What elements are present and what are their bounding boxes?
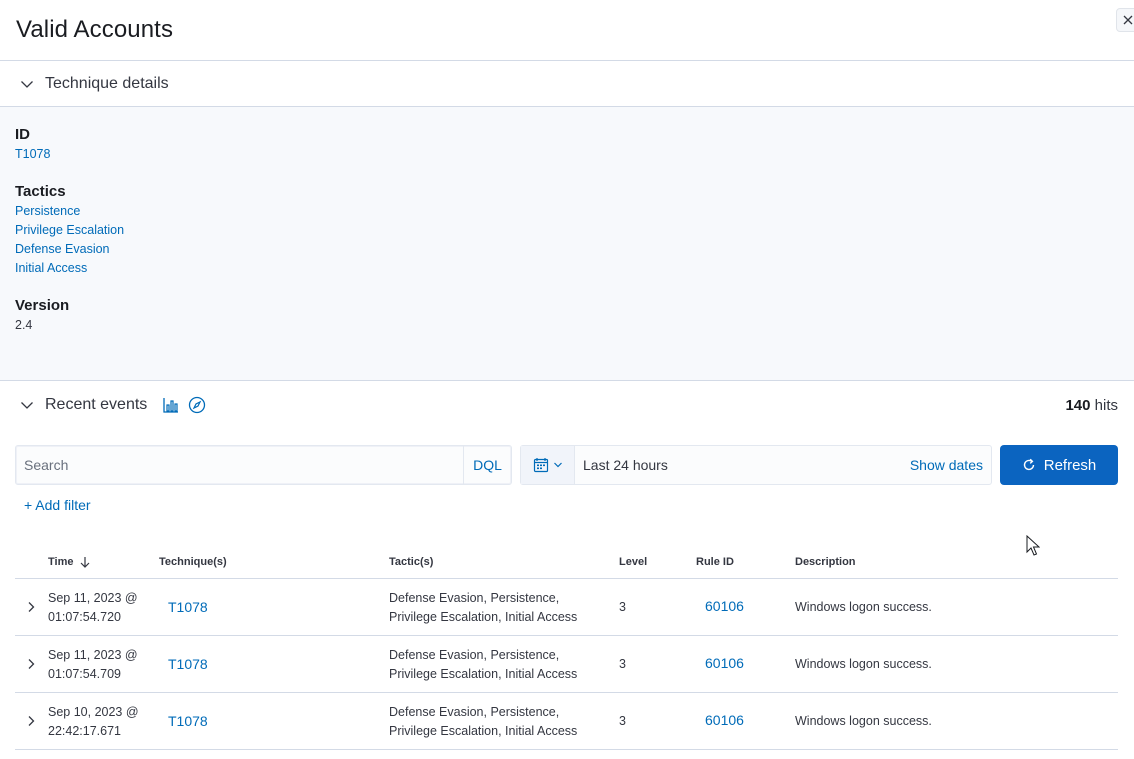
column-header-techniques[interactable]: Technique(s): [159, 556, 227, 568]
search-input[interactable]: [16, 446, 465, 484]
refresh-button[interactable]: Refresh: [1000, 445, 1118, 485]
time-cell: Sep 10, 2023 @ 22:42:17.671: [48, 703, 139, 741]
tactic-link-defense-evasion[interactable]: Defense Evasion: [15, 242, 110, 256]
description-cell: Windows logon success.: [795, 714, 932, 728]
chart-icon: [163, 398, 179, 413]
version-value: 2.4: [15, 318, 33, 332]
time-date: Sep 11, 2023 @: [48, 591, 138, 605]
column-header-rule-id[interactable]: Rule ID: [696, 556, 734, 568]
technique-details-panel: ID T1078 Tactics Persistence Privilege E…: [0, 107, 1134, 381]
description-cell: Windows logon success.: [795, 657, 932, 671]
level-cell: 3: [619, 657, 626, 671]
tactics-line: Privilege Escalation, Initial Access: [389, 667, 578, 681]
time-clock: 22:42:17.671: [48, 724, 121, 738]
compass-icon: [189, 396, 206, 414]
table-row: Sep 11, 2023 @ 01:07:54.709 T1078 Defens…: [15, 636, 1118, 693]
table-header-row: Time Technique(s) Tactic(s) Level Rule I…: [15, 546, 1118, 579]
technique-link[interactable]: T1078: [168, 599, 208, 615]
tactics-line: Defense Evasion, Persistence,: [389, 648, 560, 662]
column-header-time[interactable]: Time: [48, 556, 91, 568]
chevron-right-icon[interactable]: [23, 599, 39, 615]
chevron-right-icon[interactable]: [23, 713, 39, 729]
hits-number: 140: [1065, 397, 1091, 414]
chevron-right-icon[interactable]: [23, 656, 39, 672]
show-dates-button[interactable]: Show dates: [910, 457, 983, 473]
chevron-down-icon: [21, 402, 33, 409]
time-cell: Sep 11, 2023 @ 01:07:54.709: [48, 646, 138, 684]
level-cell: 3: [619, 600, 626, 614]
level-cell: 3: [619, 714, 626, 728]
version-title: Version: [15, 297, 70, 314]
time-date: Sep 10, 2023 @: [48, 705, 139, 719]
technique-details-label: Technique details: [45, 74, 169, 92]
tactics-line: Privilege Escalation, Initial Access: [389, 610, 578, 624]
rule-id-link[interactable]: 60106: [705, 712, 744, 728]
refresh-icon: [1023, 458, 1034, 471]
tactics-cell: Defense Evasion, Persistence, Privilege …: [389, 703, 577, 741]
tactic-link-initial-access[interactable]: Initial Access: [15, 261, 87, 275]
quick-menu-button[interactable]: [521, 446, 575, 484]
chevron-down-icon: [553, 462, 562, 468]
close-button[interactable]: [1116, 8, 1134, 32]
date-picker: Last 24 hours Show dates: [520, 445, 992, 485]
time-clock: 01:07:54.709: [48, 667, 121, 681]
date-range-label[interactable]: Last 24 hours: [583, 457, 668, 473]
table-row: Sep 10, 2023 @ 22:42:17.671 T1078 Defens…: [15, 693, 1118, 750]
flyout-header: Valid Accounts: [0, 0, 1134, 61]
hits-count: 140 hits: [1065, 397, 1118, 414]
table-row: Sep 11, 2023 @ 01:07:54.720 T1078 Defens…: [15, 579, 1118, 636]
hits-label: hits: [1094, 397, 1118, 414]
column-header-tactics[interactable]: Tactic(s): [389, 556, 433, 568]
discover-button[interactable]: [187, 395, 207, 415]
id-title: ID: [15, 126, 30, 143]
recent-events-label: Recent events: [45, 396, 148, 413]
time-date: Sep 11, 2023 @: [48, 648, 138, 662]
add-filter-button[interactable]: + Add filter: [24, 497, 91, 513]
tactics-line: Defense Evasion, Persistence,: [389, 705, 560, 719]
refresh-label: Refresh: [1043, 456, 1097, 474]
rule-id-link[interactable]: 60106: [705, 655, 744, 671]
mouse-cursor-icon: [1026, 535, 1040, 556]
page-title: Valid Accounts: [16, 16, 174, 43]
tactics-cell: Defense Evasion, Persistence, Privilege …: [389, 589, 577, 627]
column-header-level[interactable]: Level: [619, 556, 647, 568]
technique-details-toggle[interactable]: Technique details: [19, 75, 169, 93]
technique-link[interactable]: T1078: [168, 656, 208, 672]
recent-events-toggle[interactable]: Recent events: [19, 396, 147, 414]
dql-toggle-button[interactable]: DQL: [463, 446, 511, 484]
tactics-line: Privilege Escalation, Initial Access: [389, 724, 578, 738]
time-clock: 01:07:54.720: [48, 610, 121, 624]
tactics-title: Tactics: [15, 183, 66, 200]
sort-descending-icon: [81, 557, 90, 568]
technique-link[interactable]: T1078: [168, 713, 208, 729]
time-cell: Sep 11, 2023 @ 01:07:54.720: [48, 589, 138, 627]
column-header-time-label: Time: [48, 556, 74, 568]
description-cell: Windows logon success.: [795, 600, 932, 614]
technique-id-link[interactable]: T1078: [15, 147, 50, 161]
calendar-icon: [533, 458, 548, 473]
tactics-cell: Defense Evasion, Persistence, Privilege …: [389, 646, 577, 684]
tactic-link-privilege-escalation[interactable]: Privilege Escalation: [15, 223, 124, 237]
column-header-description[interactable]: Description: [795, 556, 856, 568]
search-bar: DQL: [15, 445, 512, 485]
events-table: Time Technique(s) Tactic(s) Level Rule I…: [15, 546, 1118, 750]
rule-id-link[interactable]: 60106: [705, 598, 744, 614]
visualize-button[interactable]: [161, 395, 181, 415]
chevron-down-icon: [21, 80, 33, 88]
technique-details-header: Technique details: [0, 61, 1134, 107]
tactic-link-persistence[interactable]: Persistence: [15, 204, 80, 218]
close-icon: [1123, 15, 1133, 25]
tactics-line: Defense Evasion, Persistence,: [389, 591, 560, 605]
recent-events-header: Recent events 140 hits: [0, 382, 1134, 428]
